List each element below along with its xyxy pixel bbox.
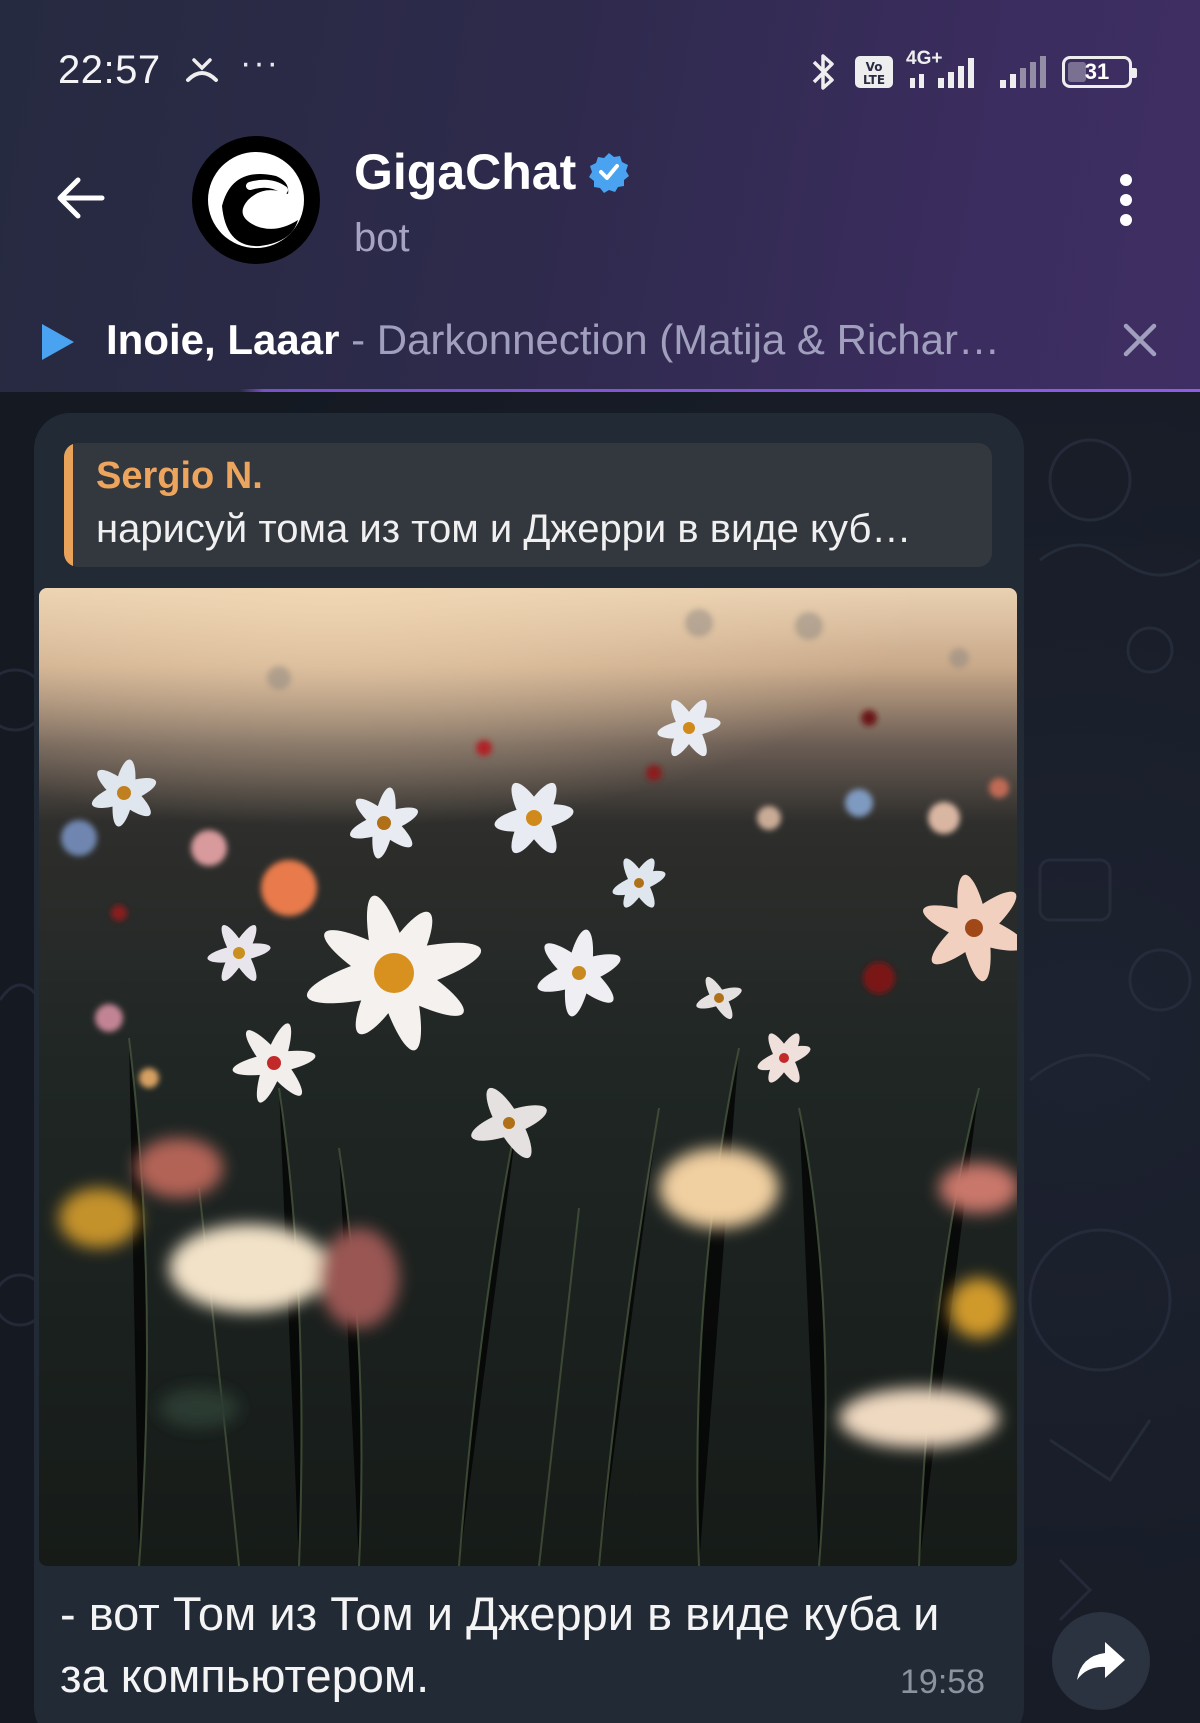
track-artist: Inoie, Laaar (106, 316, 340, 363)
gigachat-logo-icon (196, 140, 316, 260)
reply-author: Sergio N. (96, 455, 263, 497)
music-player-bar[interactable]: Inoie, Laaar - Darkonnection (Matija & R… (0, 300, 1200, 392)
reply-quote[interactable]: Sergio N. нарисуй тома из том и Джерри в… (64, 443, 992, 567)
message-bubble[interactable]: Sergio N. нарисуй тома из том и Джерри в… (34, 413, 1024, 1723)
play-icon[interactable] (38, 320, 78, 364)
status-time: 22:57 (58, 48, 161, 92)
chat-title[interactable]: GigaChat (354, 143, 630, 201)
battery-icon: 31 (1062, 56, 1137, 88)
message-caption: - вот Том из Том и Джерри в виде куба и … (60, 1587, 940, 1702)
forward-arrow-icon (1077, 1642, 1125, 1680)
reply-accent-bar (64, 443, 73, 567)
forward-button[interactable] (1052, 1612, 1150, 1710)
status-more-dots: ··· (240, 44, 280, 82)
missed-call-icon (186, 58, 218, 82)
more-vertical-icon[interactable] (1106, 170, 1146, 230)
bluetooth-icon (812, 54, 834, 90)
reply-text: нарисуй тома из том и Джерри в виде куб… (96, 507, 912, 551)
svg-text:LTE: LTE (863, 73, 885, 87)
flower-field-image (39, 588, 1017, 1566)
back-arrow-icon[interactable] (52, 170, 108, 226)
signal-4g-icon: 4G+ (906, 48, 984, 92)
signal-icon (1000, 56, 1046, 88)
avatar[interactable] (192, 136, 320, 264)
track-title: - Darkonnection (Matija & Richar… (339, 316, 1000, 363)
status-bar: 22:57 ··· Vo LTE 4G+ 31 (0, 30, 1200, 114)
close-icon[interactable] (1118, 318, 1162, 362)
chat-subtitle: bot (354, 216, 410, 260)
volte-icon: Vo LTE (855, 56, 893, 88)
message-photo[interactable] (39, 588, 1017, 1566)
battery-level: 31 (1084, 59, 1110, 84)
svg-text:Vo: Vo (866, 60, 883, 74)
track-info[interactable]: Inoie, Laaar - Darkonnection (Matija & R… (106, 316, 1066, 364)
chat-title-text: GigaChat (354, 144, 577, 200)
status-indicators: Vo LTE 4G+ 31 (806, 48, 1137, 94)
message-time: 19:58 (900, 1663, 986, 1701)
verified-icon (589, 153, 630, 193)
